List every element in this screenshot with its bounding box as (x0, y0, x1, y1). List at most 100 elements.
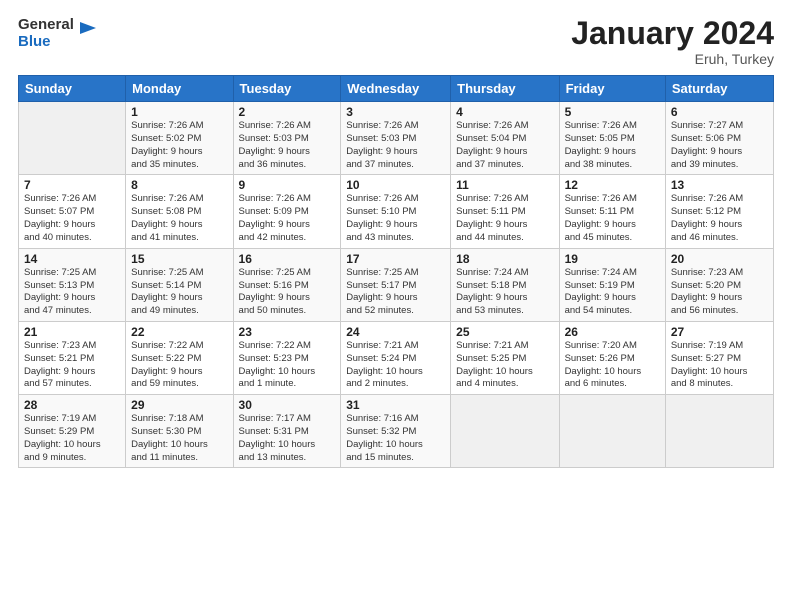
day-number: 21 (24, 325, 120, 339)
calendar-cell: 26Sunrise: 7:20 AMSunset: 5:26 PMDayligh… (559, 321, 665, 394)
day-content: Sunrise: 7:17 AMSunset: 5:31 PMDaylight:… (239, 413, 316, 462)
calendar-cell: 23Sunrise: 7:22 AMSunset: 5:23 PMDayligh… (233, 321, 341, 394)
calendar-table: Sunday Monday Tuesday Wednesday Thursday… (18, 75, 774, 468)
header-row: Sunday Monday Tuesday Wednesday Thursday… (19, 76, 774, 102)
day-number: 24 (346, 325, 445, 339)
day-content: Sunrise: 7:26 AMSunset: 5:08 PMDaylight:… (131, 193, 203, 242)
logo-flag-icon (76, 20, 98, 42)
day-content: Sunrise: 7:26 AMSunset: 5:12 PMDaylight:… (671, 193, 743, 242)
day-number: 7 (24, 178, 120, 192)
calendar-cell: 2Sunrise: 7:26 AMSunset: 5:03 PMDaylight… (233, 102, 341, 175)
day-number: 26 (565, 325, 660, 339)
calendar-week-2: 7Sunrise: 7:26 AMSunset: 5:07 PMDaylight… (19, 175, 774, 248)
logo-blue: Blue (18, 33, 74, 50)
day-content: Sunrise: 7:26 AMSunset: 5:04 PMDaylight:… (456, 120, 528, 169)
calendar-cell: 6Sunrise: 7:27 AMSunset: 5:06 PMDaylight… (665, 102, 773, 175)
day-number: 28 (24, 398, 120, 412)
day-number: 31 (346, 398, 445, 412)
day-content: Sunrise: 7:26 AMSunset: 5:02 PMDaylight:… (131, 120, 203, 169)
calendar-cell: 16Sunrise: 7:25 AMSunset: 5:16 PMDayligh… (233, 248, 341, 321)
day-number: 15 (131, 252, 227, 266)
calendar-cell: 21Sunrise: 7:23 AMSunset: 5:21 PMDayligh… (19, 321, 126, 394)
day-number: 8 (131, 178, 227, 192)
day-number: 10 (346, 178, 445, 192)
day-number: 1 (131, 105, 227, 119)
day-content: Sunrise: 7:25 AMSunset: 5:17 PMDaylight:… (346, 267, 418, 316)
day-number: 6 (671, 105, 768, 119)
day-content: Sunrise: 7:19 AMSunset: 5:27 PMDaylight:… (671, 340, 748, 389)
day-content: Sunrise: 7:25 AMSunset: 5:13 PMDaylight:… (24, 267, 96, 316)
col-thursday: Thursday (451, 76, 559, 102)
day-number: 2 (239, 105, 336, 119)
day-content: Sunrise: 7:19 AMSunset: 5:29 PMDaylight:… (24, 413, 101, 462)
day-number: 29 (131, 398, 227, 412)
day-content: Sunrise: 7:24 AMSunset: 5:19 PMDaylight:… (565, 267, 637, 316)
day-number: 23 (239, 325, 336, 339)
day-content: Sunrise: 7:26 AMSunset: 5:09 PMDaylight:… (239, 193, 311, 242)
day-content: Sunrise: 7:26 AMSunset: 5:11 PMDaylight:… (456, 193, 528, 242)
calendar-cell: 11Sunrise: 7:26 AMSunset: 5:11 PMDayligh… (451, 175, 559, 248)
calendar-cell: 19Sunrise: 7:24 AMSunset: 5:19 PMDayligh… (559, 248, 665, 321)
logo-general: General (18, 16, 74, 33)
day-number: 16 (239, 252, 336, 266)
calendar-cell: 27Sunrise: 7:19 AMSunset: 5:27 PMDayligh… (665, 321, 773, 394)
day-content: Sunrise: 7:23 AMSunset: 5:20 PMDaylight:… (671, 267, 743, 316)
col-wednesday: Wednesday (341, 76, 451, 102)
location: Eruh, Turkey (571, 51, 774, 67)
calendar-cell (451, 395, 559, 468)
calendar-cell: 29Sunrise: 7:18 AMSunset: 5:30 PMDayligh… (126, 395, 233, 468)
day-number: 22 (131, 325, 227, 339)
calendar-cell: 7Sunrise: 7:26 AMSunset: 5:07 PMDaylight… (19, 175, 126, 248)
day-number: 18 (456, 252, 553, 266)
day-content: Sunrise: 7:23 AMSunset: 5:21 PMDaylight:… (24, 340, 96, 389)
day-number: 12 (565, 178, 660, 192)
day-content: Sunrise: 7:26 AMSunset: 5:03 PMDaylight:… (346, 120, 418, 169)
calendar-cell: 22Sunrise: 7:22 AMSunset: 5:22 PMDayligh… (126, 321, 233, 394)
calendar-cell: 15Sunrise: 7:25 AMSunset: 5:14 PMDayligh… (126, 248, 233, 321)
calendar-cell: 31Sunrise: 7:16 AMSunset: 5:32 PMDayligh… (341, 395, 451, 468)
day-content: Sunrise: 7:25 AMSunset: 5:16 PMDaylight:… (239, 267, 311, 316)
calendar-cell: 8Sunrise: 7:26 AMSunset: 5:08 PMDaylight… (126, 175, 233, 248)
calendar-cell: 17Sunrise: 7:25 AMSunset: 5:17 PMDayligh… (341, 248, 451, 321)
day-content: Sunrise: 7:24 AMSunset: 5:18 PMDaylight:… (456, 267, 528, 316)
calendar-cell: 28Sunrise: 7:19 AMSunset: 5:29 PMDayligh… (19, 395, 126, 468)
logo: General Blue (18, 16, 98, 51)
day-content: Sunrise: 7:26 AMSunset: 5:11 PMDaylight:… (565, 193, 637, 242)
day-number: 11 (456, 178, 553, 192)
calendar-cell: 3Sunrise: 7:26 AMSunset: 5:03 PMDaylight… (341, 102, 451, 175)
day-content: Sunrise: 7:20 AMSunset: 5:26 PMDaylight:… (565, 340, 642, 389)
calendar-cell: 1Sunrise: 7:26 AMSunset: 5:02 PMDaylight… (126, 102, 233, 175)
calendar-cell (559, 395, 665, 468)
day-number: 17 (346, 252, 445, 266)
day-number: 19 (565, 252, 660, 266)
calendar-cell: 30Sunrise: 7:17 AMSunset: 5:31 PMDayligh… (233, 395, 341, 468)
day-number: 27 (671, 325, 768, 339)
day-content: Sunrise: 7:16 AMSunset: 5:32 PMDaylight:… (346, 413, 423, 462)
calendar-cell (19, 102, 126, 175)
col-friday: Friday (559, 76, 665, 102)
day-number: 5 (565, 105, 660, 119)
title-area: January 2024 Eruh, Turkey (571, 16, 774, 67)
calendar-cell (665, 395, 773, 468)
calendar-week-5: 28Sunrise: 7:19 AMSunset: 5:29 PMDayligh… (19, 395, 774, 468)
day-content: Sunrise: 7:22 AMSunset: 5:23 PMDaylight:… (239, 340, 316, 389)
day-number: 30 (239, 398, 336, 412)
day-content: Sunrise: 7:27 AMSunset: 5:06 PMDaylight:… (671, 120, 743, 169)
day-number: 3 (346, 105, 445, 119)
day-content: Sunrise: 7:26 AMSunset: 5:10 PMDaylight:… (346, 193, 418, 242)
day-content: Sunrise: 7:22 AMSunset: 5:22 PMDaylight:… (131, 340, 203, 389)
calendar-week-3: 14Sunrise: 7:25 AMSunset: 5:13 PMDayligh… (19, 248, 774, 321)
day-number: 14 (24, 252, 120, 266)
day-number: 4 (456, 105, 553, 119)
day-content: Sunrise: 7:25 AMSunset: 5:14 PMDaylight:… (131, 267, 203, 316)
calendar-cell: 24Sunrise: 7:21 AMSunset: 5:24 PMDayligh… (341, 321, 451, 394)
day-number: 25 (456, 325, 553, 339)
col-saturday: Saturday (665, 76, 773, 102)
calendar-cell: 12Sunrise: 7:26 AMSunset: 5:11 PMDayligh… (559, 175, 665, 248)
calendar-cell: 25Sunrise: 7:21 AMSunset: 5:25 PMDayligh… (451, 321, 559, 394)
day-content: Sunrise: 7:18 AMSunset: 5:30 PMDaylight:… (131, 413, 208, 462)
month-title: January 2024 (571, 16, 774, 51)
col-tuesday: Tuesday (233, 76, 341, 102)
calendar-cell: 9Sunrise: 7:26 AMSunset: 5:09 PMDaylight… (233, 175, 341, 248)
day-number: 20 (671, 252, 768, 266)
